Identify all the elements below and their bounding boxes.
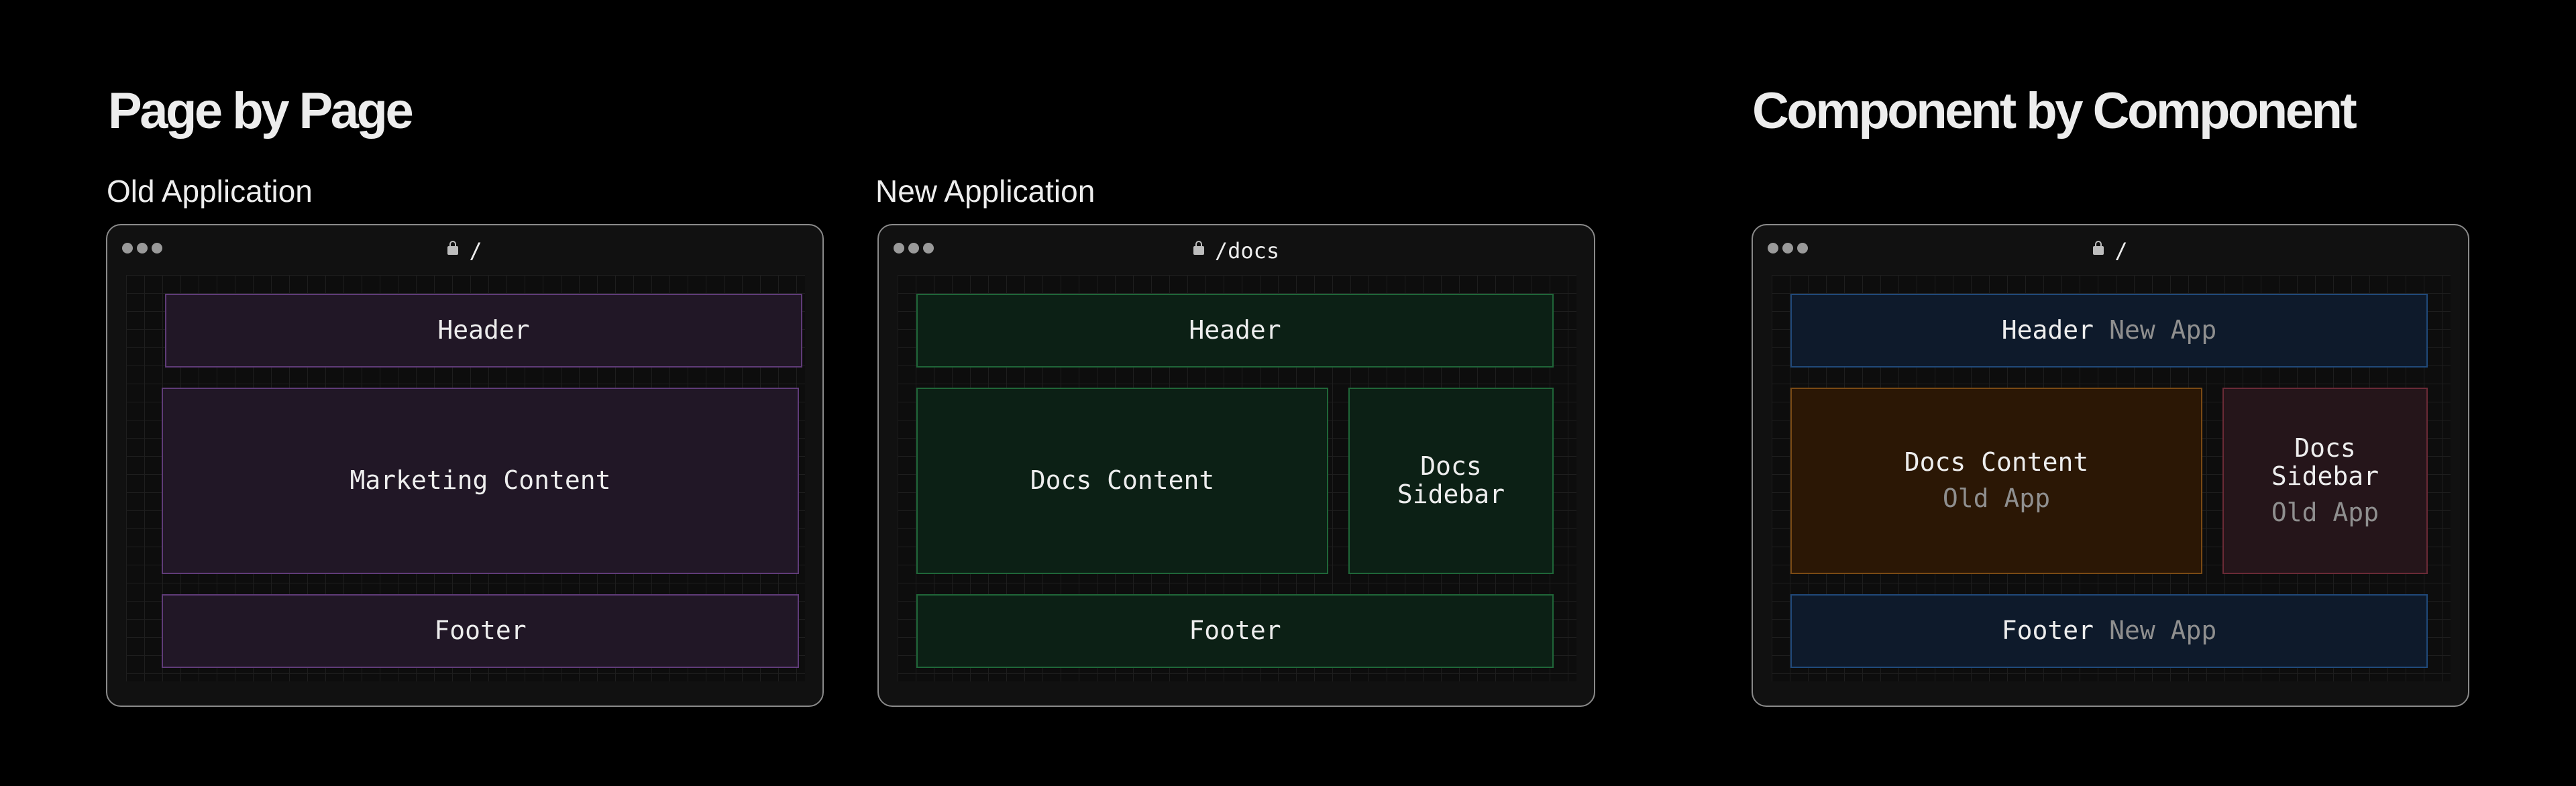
component-by-component-heading: Component by Component <box>1752 82 2357 139</box>
content-app-note: Old App <box>1942 484 2051 513</box>
lock-icon <box>2093 240 2104 255</box>
sidebar-label-line-1: Docs <box>1420 451 1482 482</box>
header-label: Header <box>437 315 530 345</box>
docs-sidebar-block: Docs Sidebar Old App <box>2222 388 2428 574</box>
sidebar-label-line-2: Sidebar <box>2271 461 2379 492</box>
old-application-window: / Header Marketing Content Footer <box>106 224 824 707</box>
header-app-note: New App <box>2109 315 2217 345</box>
docs-sidebar-block: Docs Sidebar <box>1348 388 1554 574</box>
footer-block: Footer <box>162 594 799 668</box>
url-text: /docs <box>1214 238 1280 264</box>
footer-label: Footer <box>1189 616 1281 646</box>
address-bar: / <box>107 237 822 264</box>
footer-block: Footer New App <box>1790 594 2428 668</box>
header-block: Header New App <box>1790 294 2428 368</box>
sidebar-app-note: Old App <box>2271 497 2379 527</box>
footer-app-note: New App <box>2109 616 2217 646</box>
lock-icon <box>447 240 459 255</box>
docs-content-block: Docs Content Old App <box>1790 388 2202 574</box>
page-by-page-heading: Page by Page <box>108 82 414 139</box>
content-label: Docs Content <box>1030 465 1215 496</box>
url-text: / <box>2114 238 2128 264</box>
header-block: Header <box>916 294 1554 368</box>
new-application-window: /docs Header Docs Content Docs Sidebar F… <box>877 224 1595 707</box>
sidebar-label-line-2: Sidebar <box>1397 480 1505 509</box>
header-block: Header <box>165 294 802 368</box>
footer-label: Footer <box>2001 616 2094 646</box>
component-window: / Header New App Docs Content Old App Do… <box>1752 224 2469 707</box>
docs-content-block: Docs Content <box>916 388 1328 574</box>
marketing-content-block: Marketing Content <box>162 388 799 574</box>
address-bar: /docs <box>879 237 1594 264</box>
footer-block: Footer <box>916 594 1554 668</box>
header-label: Header <box>2001 315 2094 345</box>
lock-icon <box>1193 240 1204 255</box>
content-label: Marketing Content <box>350 465 611 496</box>
footer-label: Footer <box>434 616 527 646</box>
content-label: Docs Content <box>1904 447 2089 478</box>
address-bar: / <box>1753 237 2468 264</box>
new-application-label: New Application <box>875 174 1095 209</box>
old-application-label: Old Application <box>107 174 313 209</box>
header-label: Header <box>1189 315 1281 345</box>
url-text: / <box>469 238 482 264</box>
sidebar-label-line-1: Docs <box>2294 433 2356 463</box>
